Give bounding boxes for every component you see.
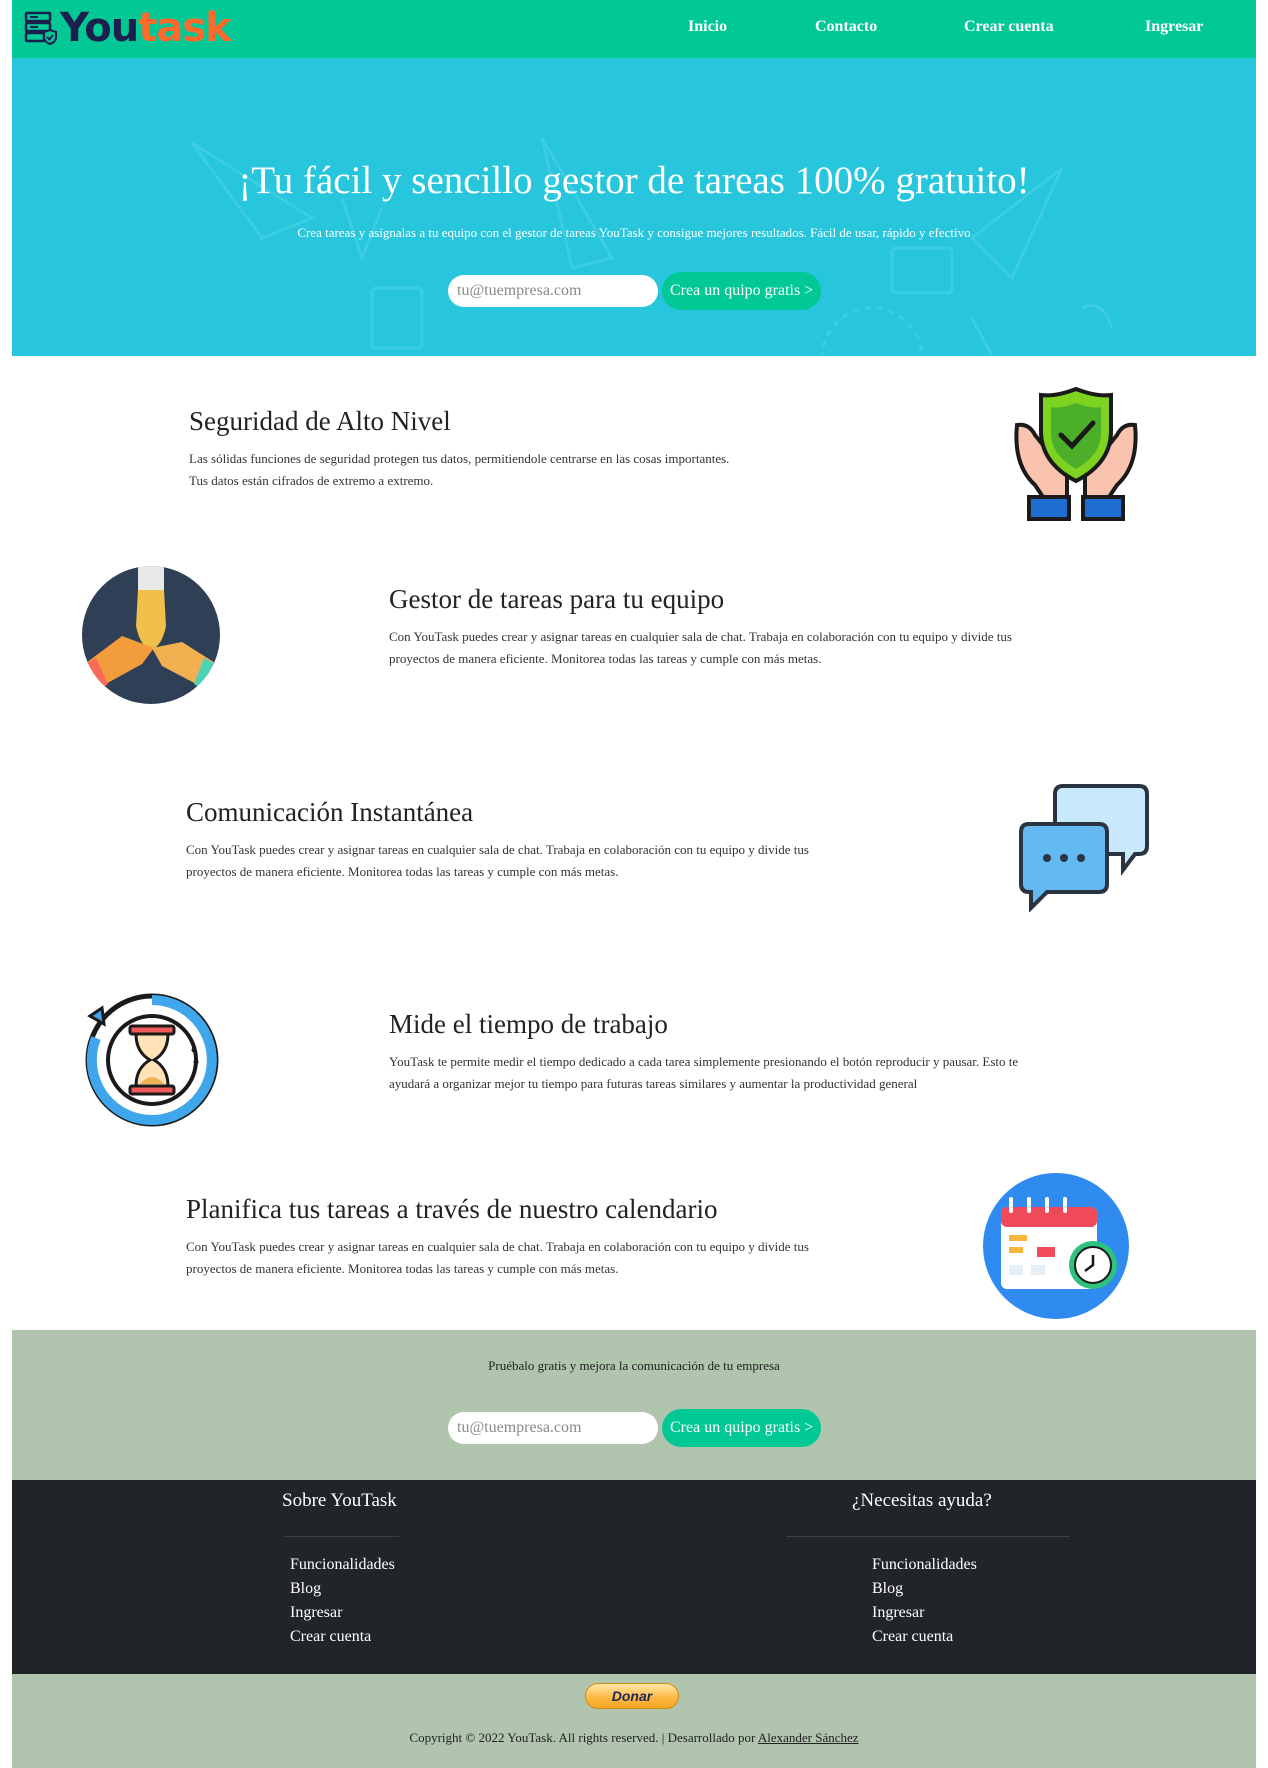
hero-signup-form: Crea un quipo gratis > (448, 272, 822, 310)
feature-calendar-text-line1: Con YouTask puedes crear y asignar tarea… (186, 1239, 809, 1254)
copyright: Copyright © 2022 YouTask. All rights res… (12, 1730, 1256, 1746)
hero-subtitle: Crea tareas y asígnalas a tu equipo con … (297, 225, 971, 240)
top-nav: Youtask Inicio Contacto Crear cuenta Ing… (12, 0, 1256, 58)
logo-wordmark: Youtask (60, 5, 232, 51)
footer-about-link-crear-cuenta[interactable]: Crear cuenta (290, 1628, 371, 1646)
footer-about-link-ingresar[interactable]: Ingresar (290, 1604, 342, 1622)
calendar-clock-icon (983, 1173, 1129, 1319)
feature-time-text: YouTask te permite medir el tiempo dedic… (389, 1051, 1119, 1095)
footer-about-divider (284, 1536, 399, 1537)
cta-text: Pruébalo gratis y mejora la comunicación… (488, 1358, 780, 1373)
footer-help-title: ¿Necesitas ayuda? (852, 1490, 992, 1511)
footer-help-link-blog[interactable]: Blog (872, 1580, 903, 1598)
feature-security-text: Las sólidas funciones de seguridad prote… (189, 448, 829, 492)
feature-communication-text-line1: Con YouTask puedes crear y asignar tarea… (186, 842, 809, 857)
logo[interactable]: Youtask (24, 5, 232, 51)
hero-background-doodles (190, 137, 1114, 356)
author-link[interactable]: Alexander Sánchez (758, 1730, 859, 1745)
server-shield-icon (24, 11, 57, 46)
cta-create-team-button[interactable]: Crea un quipo gratis > (662, 1409, 822, 1447)
hero-title: ¡Tu fácil y sencillo gestor de tareas 10… (238, 159, 1030, 202)
feature-team-text-line2: proyectos de manera eficiente. Monitorea… (389, 651, 822, 666)
feature-communication-text: Con YouTask puedes crear y asignar tarea… (186, 839, 906, 883)
shield-hands-icon (1014, 386, 1138, 521)
nav-inicio[interactable]: Inicio (688, 18, 727, 36)
footer: Sobre YouTask Funcionalidades Blog Ingre… (12, 1480, 1256, 1674)
logo-you: You (60, 5, 139, 51)
nav-crear-cuenta[interactable]: Crear cuenta (964, 18, 1054, 36)
cta-signup-form: Crea un quipo gratis > (448, 1409, 822, 1447)
feature-communication-title: Comunicación Instantánea (186, 797, 474, 827)
page: Youtask Inicio Contacto Crear cuenta Ing… (12, 0, 1256, 1768)
hero-create-team-button[interactable]: Crea un quipo gratis > (662, 272, 822, 310)
footer-help-divider (786, 1536, 1070, 1537)
feature-team-text: Con YouTask puedes crear y asignar tarea… (389, 626, 1109, 670)
feature-team-title: Gestor de tareas para tu equipo (389, 584, 725, 614)
copyright-text: Copyright © 2022 YouTask. All rights res… (409, 1730, 756, 1745)
feature-security-title: Seguridad de Alto Nivel (189, 406, 451, 436)
feature-time-title: Mide el tiempo de trabajo (389, 1009, 668, 1039)
logo-task: task (138, 5, 232, 51)
bottom-bar: Donar Copyright © 2022 YouTask. All righ… (12, 1674, 1256, 1768)
hero-email-input[interactable] (448, 275, 658, 307)
footer-help-link-funcionalidades[interactable]: Funcionalidades (872, 1556, 977, 1574)
footer-help-link-crear-cuenta[interactable]: Crear cuenta (872, 1628, 953, 1646)
feature-security-text-line2: Tus datos están cifrados de extremo a ex… (189, 473, 434, 488)
feature-communication-text-line2: proyectos de manera eficiente. Monitorea… (186, 864, 619, 879)
feature-team-text-line1: Con YouTask puedes crear y asignar tarea… (389, 629, 1012, 644)
nav-contacto[interactable]: Contacto (815, 18, 877, 36)
feature-time-text-line2: ayudará a organizar mejor tu tiempo para… (389, 1076, 918, 1091)
feature-time-text-line1: YouTask te permite medir el tiempo dedic… (389, 1054, 1019, 1069)
feature-calendar-title: Planifica tus tareas a través de nuestro… (186, 1194, 718, 1224)
feature-security-text-line1: Las sólidas funciones de seguridad prote… (189, 451, 730, 466)
cta-section: Pruébalo gratis y mejora la comunicación… (12, 1330, 1256, 1480)
footer-about-link-funcionalidades[interactable]: Funcionalidades (290, 1556, 395, 1574)
nav-ingresar[interactable]: Ingresar (1145, 18, 1203, 36)
footer-help-link-ingresar[interactable]: Ingresar (872, 1604, 924, 1622)
cta-email-input[interactable] (448, 1412, 658, 1444)
hourglass-timer-icon (85, 993, 219, 1127)
hero: ¡Tu fácil y sencillo gestor de tareas 10… (12, 58, 1256, 356)
team-hands-icon (82, 566, 220, 704)
donate-button[interactable]: Donar (585, 1683, 679, 1709)
chat-bubbles-icon (1019, 784, 1149, 912)
footer-about-title: Sobre YouTask (282, 1490, 397, 1511)
footer-about-link-blog[interactable]: Blog (290, 1580, 321, 1598)
feature-calendar-text-line2: proyectos de manera eficiente. Monitorea… (186, 1261, 619, 1276)
feature-calendar-text: Con YouTask puedes crear y asignar tarea… (186, 1236, 906, 1280)
